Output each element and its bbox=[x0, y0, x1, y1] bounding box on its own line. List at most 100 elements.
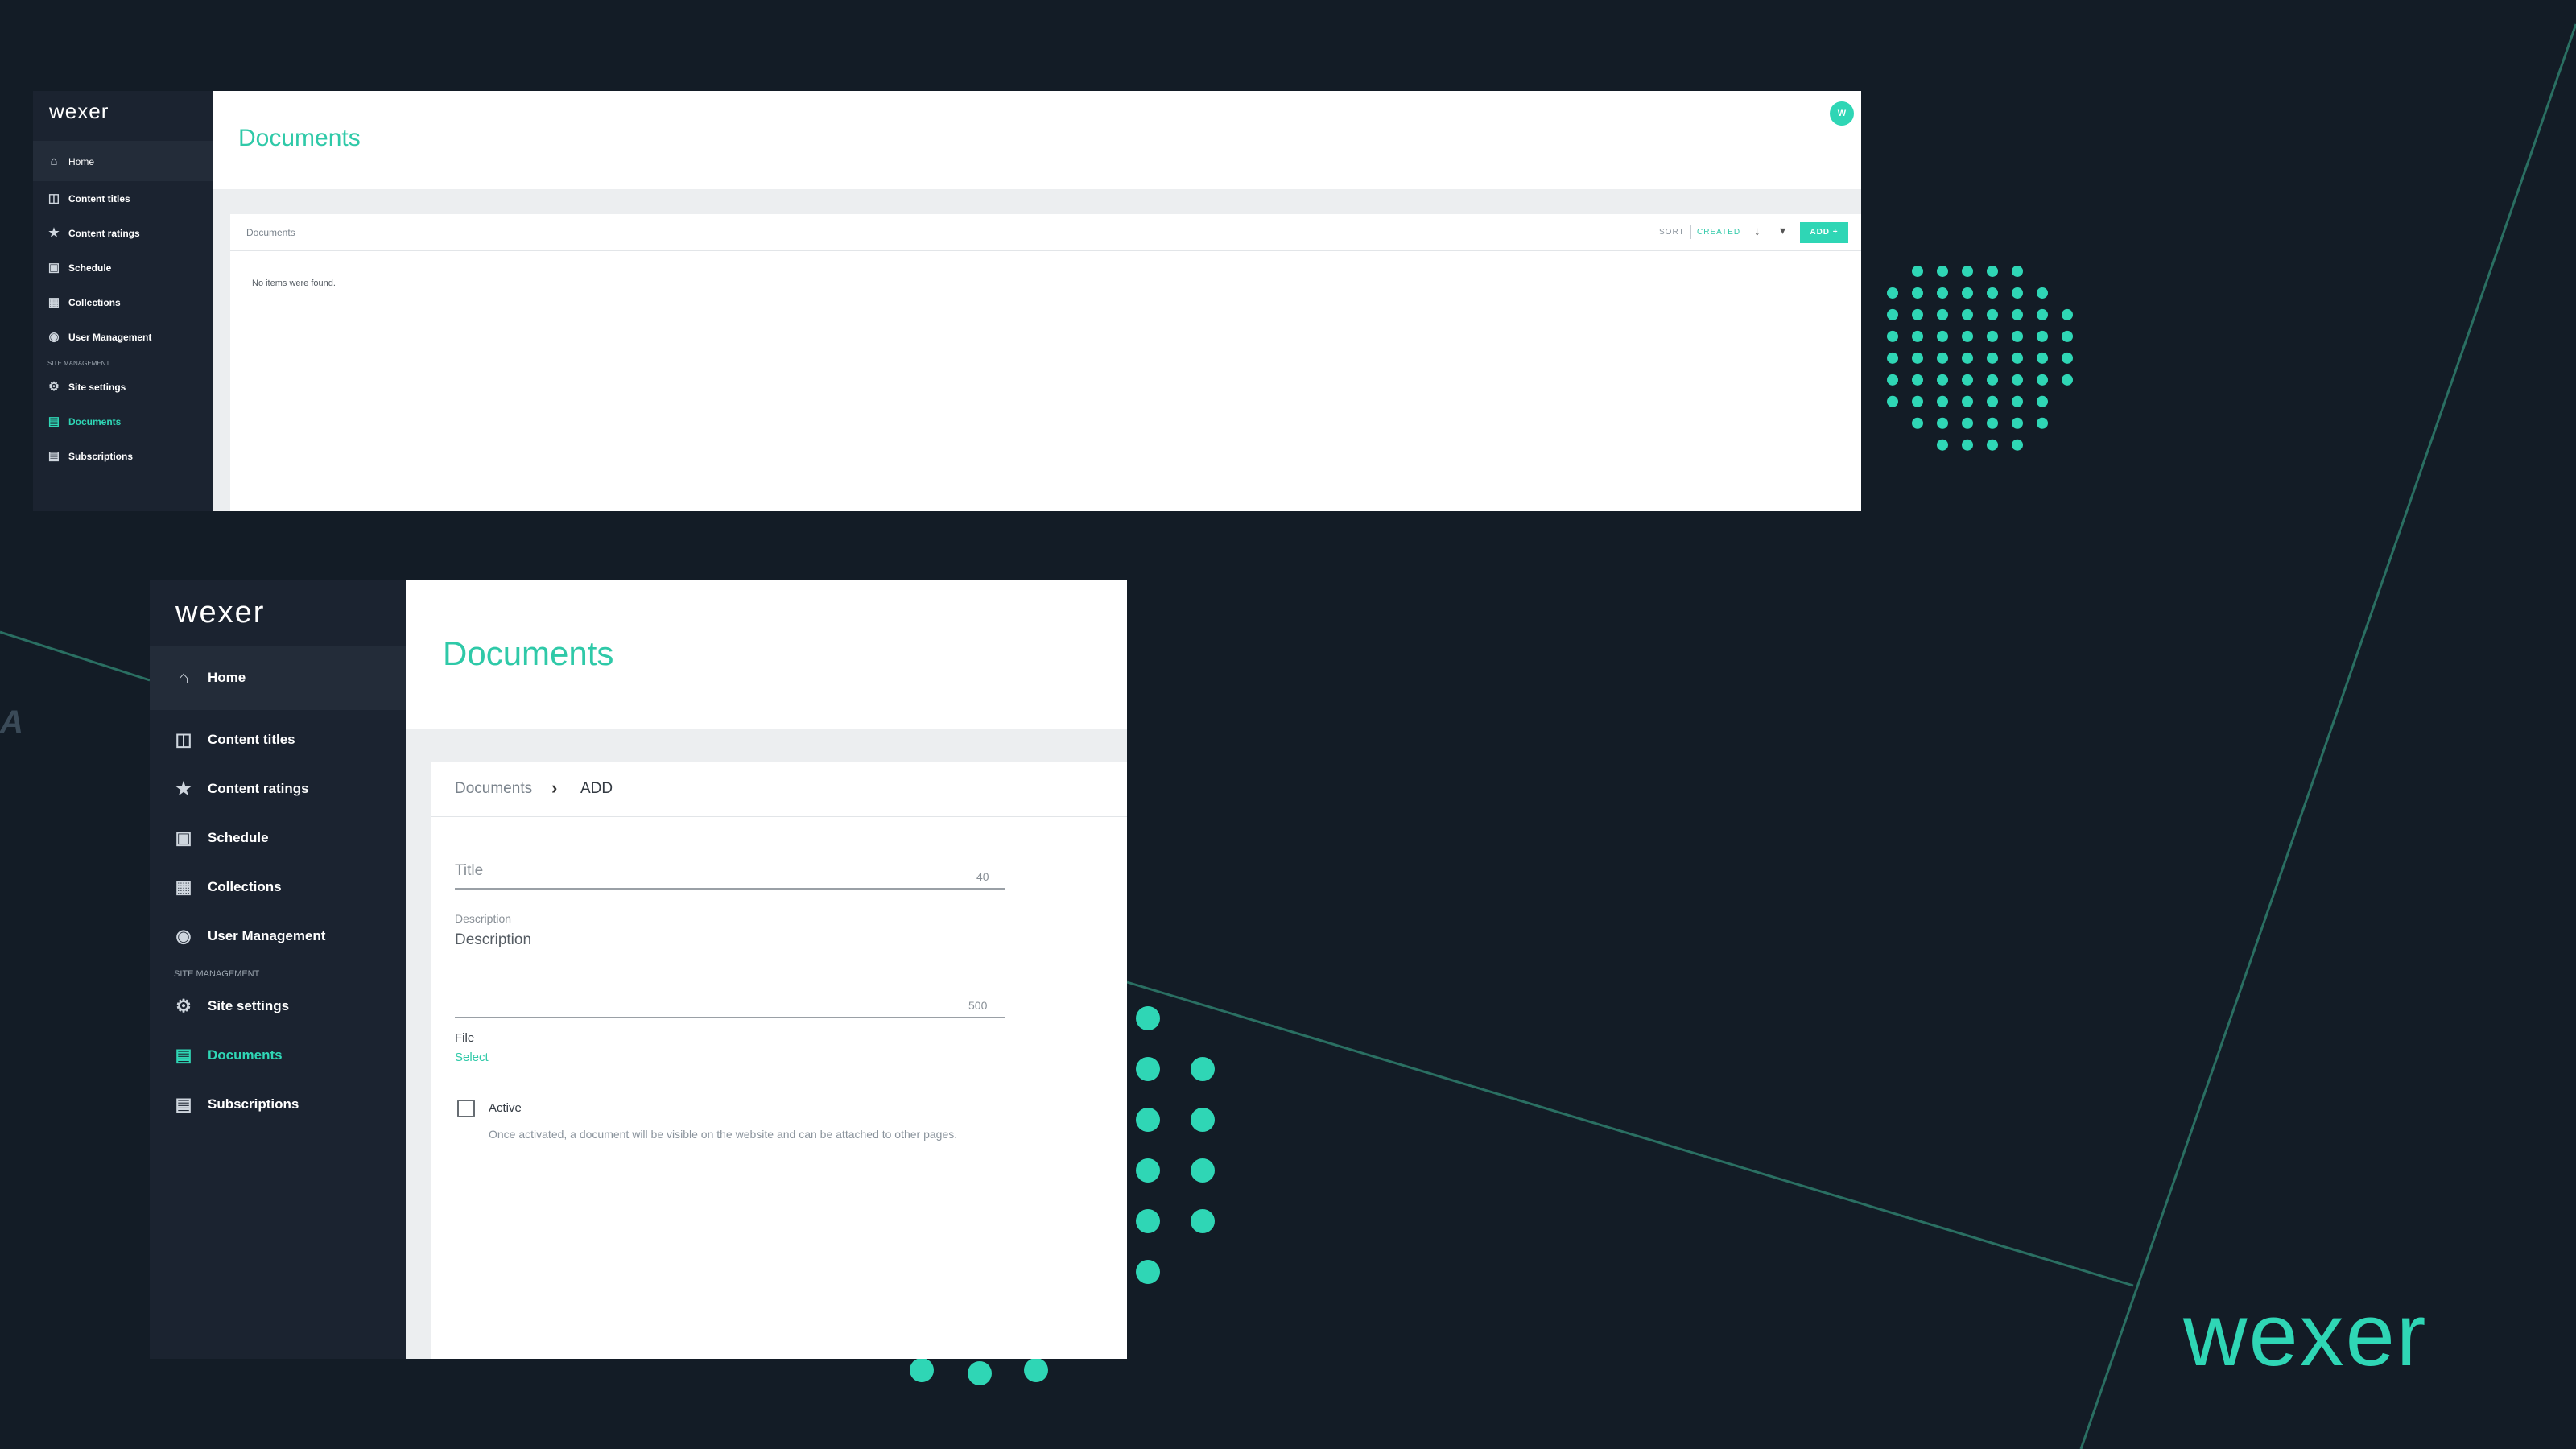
deco-dot bbox=[2037, 352, 2048, 364]
subscriptions-icon: ▤ bbox=[47, 449, 60, 463]
deco-dot bbox=[1887, 352, 1898, 364]
empty-state-message: No items were found. bbox=[252, 279, 336, 288]
sort-label: SORT bbox=[1659, 228, 1685, 237]
sidebar-item-label: Home bbox=[208, 670, 246, 685]
deco-dot bbox=[1962, 395, 1973, 407]
deco-dot bbox=[1024, 1358, 1048, 1382]
deco-dot bbox=[1937, 287, 1948, 299]
sidebar-item-home[interactable]: ⌂ Home bbox=[174, 668, 246, 687]
deco-dot bbox=[1912, 330, 1923, 342]
deco-dot bbox=[968, 1361, 992, 1385]
sort-value[interactable]: CREATED bbox=[1697, 228, 1740, 237]
deco-dot bbox=[1912, 352, 1923, 364]
deco-dot bbox=[2037, 287, 2048, 299]
brand-logo: wexer bbox=[2183, 1286, 2428, 1385]
deco-dot bbox=[2012, 395, 2023, 407]
deco-dot bbox=[1987, 352, 1998, 364]
gear-icon: ⚙ bbox=[175, 996, 192, 1016]
sidebar-item-content-ratings[interactable]: ★ Content ratings bbox=[47, 227, 139, 240]
file-label: File bbox=[455, 1031, 475, 1045]
title-input[interactable]: Title bbox=[455, 862, 483, 880]
deco-dot bbox=[1136, 1209, 1160, 1233]
sidebar-item-collections[interactable]: ▦ Collections bbox=[174, 877, 282, 897]
deco-dot bbox=[1887, 308, 1898, 320]
deco-dot bbox=[1987, 287, 1998, 299]
deco-dot bbox=[1937, 439, 1948, 451]
deco-dot bbox=[1962, 308, 1973, 320]
sidebar-item-content-titles[interactable]: ◫ Content titles bbox=[174, 730, 295, 749]
description-label: Description bbox=[455, 912, 512, 925]
deco-dot bbox=[2037, 374, 2048, 386]
sidebar-item-label: Documents bbox=[68, 416, 122, 427]
deco-dot bbox=[2012, 374, 2023, 386]
sidebar-item-content-titles[interactable]: ◫ Content titles bbox=[47, 192, 130, 205]
card-title: Documents bbox=[246, 227, 295, 238]
active-help-text: Once activated, a document will be visib… bbox=[489, 1128, 958, 1141]
deco-dot bbox=[1887, 374, 1898, 386]
sidebar-item-documents[interactable]: ▤ Documents bbox=[47, 415, 121, 428]
deco-dot bbox=[1912, 308, 1923, 320]
active-label: Active bbox=[489, 1101, 522, 1115]
deco-dot bbox=[1987, 395, 1998, 407]
sidebar-item-label: Content titles bbox=[208, 732, 295, 747]
sidebar-item-label: Collections bbox=[208, 879, 282, 894]
deco-dot bbox=[1191, 1057, 1215, 1081]
deco-line-middle bbox=[1126, 980, 2134, 1287]
breadcrumb-documents[interactable]: Documents bbox=[455, 780, 532, 798]
active-checkbox[interactable] bbox=[457, 1100, 475, 1117]
sidebar-item-label: User Management bbox=[68, 332, 152, 343]
deco-dot bbox=[1987, 374, 1998, 386]
app-logo: wexer bbox=[49, 99, 109, 123]
sidebar-item-label: Subscriptions bbox=[208, 1096, 299, 1112]
sidebar-item-documents[interactable]: ▤ Documents bbox=[174, 1046, 283, 1065]
deco-dot bbox=[1912, 374, 1923, 386]
deco-dot bbox=[1937, 395, 1948, 407]
deco-dot bbox=[2012, 330, 2023, 342]
sidebar-item-label: Schedule bbox=[68, 262, 112, 274]
add-document-card: Documents › ADD Title 40 Description Des… bbox=[431, 762, 1127, 1359]
sidebar-item-site-settings[interactable]: ⚙ Site settings bbox=[174, 997, 289, 1016]
sidebar: wexer ⌂ Home ◫ Content titles ★ Content rat… bbox=[33, 91, 213, 511]
file-select-link[interactable]: Select bbox=[455, 1051, 489, 1064]
deco-dot bbox=[1912, 287, 1923, 299]
deco-dot bbox=[1987, 439, 1998, 451]
deco-dot bbox=[1937, 374, 1948, 386]
deco-dot bbox=[1962, 330, 1973, 342]
calendar-icon: ▣ bbox=[47, 261, 60, 275]
sidebar-item-label: User Management bbox=[208, 928, 326, 943]
deco-dot bbox=[1962, 374, 1973, 386]
gear-icon: ⚙ bbox=[48, 380, 60, 394]
sidebar-item-subscriptions[interactable]: ▤ Subscriptions bbox=[174, 1095, 299, 1114]
deco-dot bbox=[2012, 439, 2023, 451]
add-button[interactable]: ADD + bbox=[1800, 222, 1848, 243]
deco-dot bbox=[910, 1358, 934, 1382]
sidebar-item-user-management[interactable]: ◉ User Management bbox=[47, 331, 151, 344]
description-char-limit: 500 bbox=[968, 999, 988, 1012]
avatar[interactable]: W bbox=[1830, 101, 1854, 126]
breadcrumb: Documents › ADD bbox=[431, 762, 1127, 817]
video-library-icon: ◫ bbox=[175, 729, 192, 749]
sidebar-item-site-settings[interactable]: ⚙ Site settings bbox=[47, 381, 126, 394]
sidebar-item-content-ratings[interactable]: ★ Content ratings bbox=[174, 778, 309, 799]
sidebar-item-subscriptions[interactable]: ▤ Subscriptions bbox=[47, 450, 133, 463]
sidebar-item-collections[interactable]: ▦ Collections bbox=[47, 296, 121, 309]
sidebar-item-user-management[interactable]: ◉ User Management bbox=[174, 927, 325, 946]
sidebar-item-home[interactable]: ⌂ Home bbox=[47, 155, 94, 168]
description-textarea[interactable]: Description bbox=[455, 931, 531, 949]
deco-dot bbox=[1937, 265, 1948, 277]
sidebar-item-label: Content ratings bbox=[208, 781, 309, 796]
sidebar-item-schedule[interactable]: ▣ Schedule bbox=[174, 828, 269, 848]
sidebar-item-schedule[interactable]: ▣ Schedule bbox=[47, 262, 111, 275]
deco-dot bbox=[2062, 330, 2073, 342]
deco-dot bbox=[1191, 1108, 1215, 1132]
filter-icon[interactable]: ▾ bbox=[1780, 224, 1785, 237]
sidebar-item-label: Site settings bbox=[208, 998, 290, 1013]
screenshot-add-document: wexer ⌂ Home ◫ Content titles ★ Content rat… bbox=[150, 580, 1127, 1359]
sidebar-item-label: Collections bbox=[68, 297, 121, 308]
star-icon: ★ bbox=[175, 778, 192, 799]
sort-direction-icon[interactable]: ↓ bbox=[1754, 225, 1761, 238]
deco-dot bbox=[2012, 417, 2023, 429]
deco-line-left bbox=[0, 630, 151, 682]
deco-dot bbox=[1987, 417, 1998, 429]
globe-user-icon: ◉ bbox=[175, 926, 192, 946]
